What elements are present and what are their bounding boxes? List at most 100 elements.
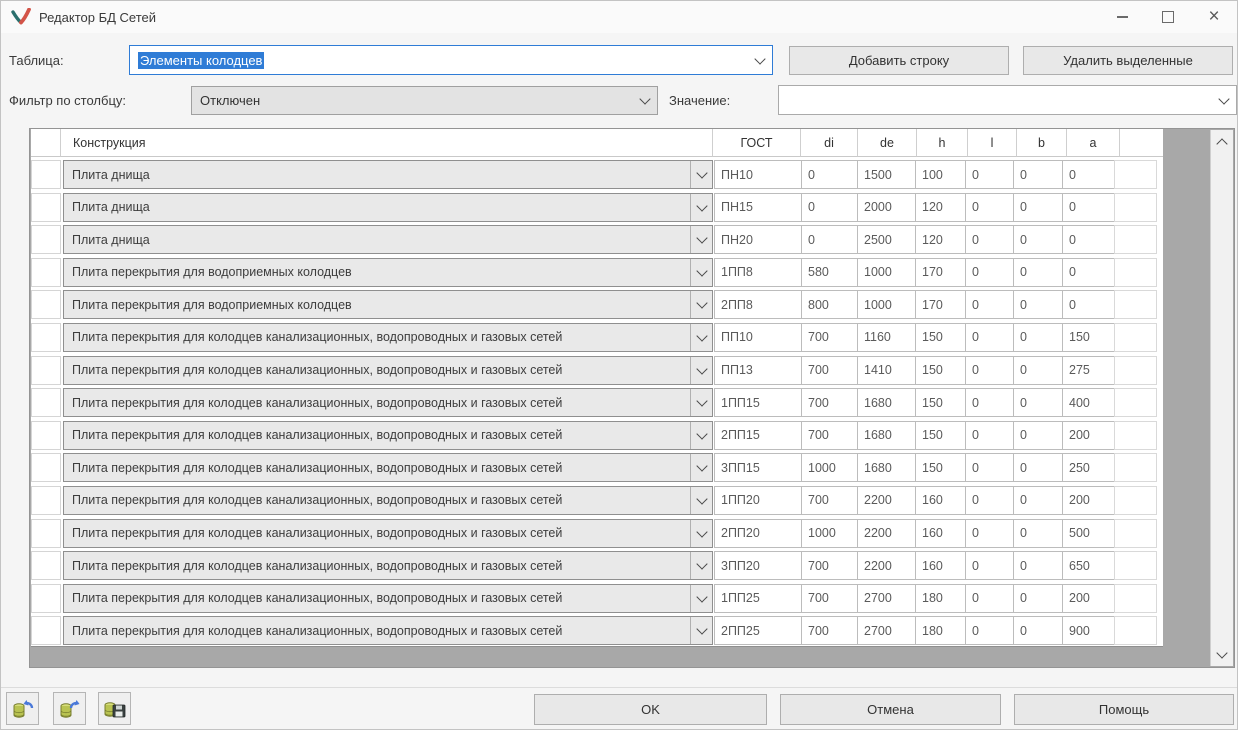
cell-l[interactable]: 0 (965, 551, 1014, 580)
cell-a[interactable]: 250 (1062, 453, 1115, 482)
cell-de[interactable]: 1500 (857, 160, 916, 189)
cell-b[interactable]: 0 (1013, 584, 1063, 613)
cell-b[interactable]: 0 (1013, 421, 1063, 450)
cell-gost[interactable]: 2ПП15 (714, 421, 802, 450)
cell-gost[interactable]: 2ПП8 (714, 290, 802, 319)
cell-de[interactable]: 1000 (857, 258, 916, 287)
cell-b[interactable]: 0 (1013, 551, 1063, 580)
cell-b[interactable]: 0 (1013, 388, 1063, 417)
construction-dropdown[interactable]: Плита перекрытия для колодцев канализаци… (63, 453, 713, 482)
cell-di[interactable]: 700 (801, 551, 858, 580)
cell-b[interactable]: 0 (1013, 290, 1063, 319)
cell-gost[interactable]: 2ПП25 (714, 616, 802, 645)
cell-h[interactable]: 100 (915, 160, 966, 189)
construction-dropdown[interactable]: Плита днища (63, 225, 713, 254)
cancel-button[interactable]: Отмена (780, 694, 1001, 725)
cell-gost[interactable]: 1ПП25 (714, 584, 802, 613)
construction-dropdown[interactable]: Плита днища (63, 160, 713, 189)
cell-b[interactable]: 0 (1013, 160, 1063, 189)
row-selector[interactable] (31, 616, 61, 645)
cell-gost[interactable]: 1ПП20 (714, 486, 802, 515)
row-selector[interactable] (31, 421, 61, 450)
row-selector[interactable] (31, 193, 61, 222)
cell-di[interactable]: 700 (801, 388, 858, 417)
col-header-de[interactable]: de (858, 129, 917, 157)
col-header-construction[interactable]: Конструкция (61, 129, 713, 157)
cell-gost[interactable]: 2ПП20 (714, 519, 802, 548)
construction-dropdown[interactable]: Плита перекрытия для водоприемных колодц… (63, 290, 713, 319)
row-selector[interactable] (31, 258, 61, 287)
row-selector[interactable] (31, 160, 61, 189)
cell-gost[interactable]: 1ПП8 (714, 258, 802, 287)
cell-h[interactable]: 150 (915, 421, 966, 450)
cell-h[interactable]: 170 (915, 258, 966, 287)
cell-h[interactable]: 180 (915, 616, 966, 645)
cell-h[interactable]: 150 (915, 388, 966, 417)
cell-a[interactable]: 650 (1062, 551, 1115, 580)
cell-de[interactable]: 1680 (857, 388, 916, 417)
cell-de[interactable]: 1160 (857, 323, 916, 352)
cell-a[interactable]: 200 (1062, 421, 1115, 450)
cell-di[interactable]: 1000 (801, 519, 858, 548)
cell-l[interactable]: 0 (965, 356, 1014, 385)
cell-l[interactable]: 0 (965, 193, 1014, 222)
cell-di[interactable]: 0 (801, 225, 858, 254)
cell-gost[interactable]: 3ПП20 (714, 551, 802, 580)
row-selector[interactable] (31, 519, 61, 548)
cell-b[interactable]: 0 (1013, 225, 1063, 254)
scroll-down-button[interactable] (1211, 644, 1233, 664)
cell-de[interactable]: 1410 (857, 356, 916, 385)
cell-di[interactable]: 1000 (801, 453, 858, 482)
cell-l[interactable]: 0 (965, 290, 1014, 319)
construction-dropdown[interactable]: Плита перекрытия для колодцев канализаци… (63, 421, 713, 450)
cell-de[interactable]: 1680 (857, 421, 916, 450)
cell-l[interactable]: 0 (965, 421, 1014, 450)
cell-di[interactable]: 0 (801, 160, 858, 189)
cell-h[interactable]: 120 (915, 193, 966, 222)
col-header-h[interactable]: h (917, 129, 968, 157)
cell-l[interactable]: 0 (965, 388, 1014, 417)
filter-select[interactable]: Отключен (191, 86, 658, 115)
cell-l[interactable]: 0 (965, 258, 1014, 287)
cell-gost[interactable]: ПН10 (714, 160, 802, 189)
cell-h[interactable]: 180 (915, 584, 966, 613)
row-selector[interactable] (31, 486, 61, 515)
cell-l[interactable]: 0 (965, 160, 1014, 189)
cell-a[interactable]: 0 (1062, 258, 1115, 287)
cell-a[interactable]: 0 (1062, 290, 1115, 319)
construction-dropdown[interactable]: Плита днища (63, 193, 713, 222)
cell-b[interactable]: 0 (1013, 616, 1063, 645)
cell-h[interactable]: 160 (915, 551, 966, 580)
col-header-di[interactable]: di (801, 129, 858, 157)
cell-de[interactable]: 2500 (857, 225, 916, 254)
cell-l[interactable]: 0 (965, 519, 1014, 548)
cell-h[interactable]: 150 (915, 323, 966, 352)
maximize-button[interactable] (1145, 1, 1191, 33)
db-save-button[interactable] (98, 692, 131, 725)
cell-a[interactable]: 275 (1062, 356, 1115, 385)
col-header-b[interactable]: b (1017, 129, 1067, 157)
col-header-l[interactable]: l (968, 129, 1017, 157)
cell-de[interactable]: 2700 (857, 616, 916, 645)
cell-a[interactable]: 900 (1062, 616, 1115, 645)
construction-dropdown[interactable]: Плита перекрытия для колодцев канализаци… (63, 551, 713, 580)
construction-dropdown[interactable]: Плита перекрытия для колодцев канализаци… (63, 519, 713, 548)
value-select[interactable] (778, 85, 1237, 115)
cell-h[interactable]: 170 (915, 290, 966, 319)
cell-b[interactable]: 0 (1013, 258, 1063, 287)
cell-gost[interactable]: ПП13 (714, 356, 802, 385)
cell-di[interactable]: 700 (801, 421, 858, 450)
construction-dropdown[interactable]: Плита перекрытия для колодцев канализаци… (63, 486, 713, 515)
construction-dropdown[interactable]: Плита перекрытия для колодцев канализаци… (63, 616, 713, 645)
cell-a[interactable]: 150 (1062, 323, 1115, 352)
cell-de[interactable]: 2700 (857, 584, 916, 613)
cell-de[interactable]: 2200 (857, 519, 916, 548)
cell-gost[interactable]: ПН20 (714, 225, 802, 254)
construction-dropdown[interactable]: Плита перекрытия для колодцев канализаци… (63, 388, 713, 417)
cell-b[interactable]: 0 (1013, 486, 1063, 515)
cell-a[interactable]: 200 (1062, 584, 1115, 613)
row-selector[interactable] (31, 453, 61, 482)
cell-gost[interactable]: ПП10 (714, 323, 802, 352)
cell-di[interactable]: 700 (801, 323, 858, 352)
construction-dropdown[interactable]: Плита перекрытия для колодцев канализаци… (63, 584, 713, 613)
